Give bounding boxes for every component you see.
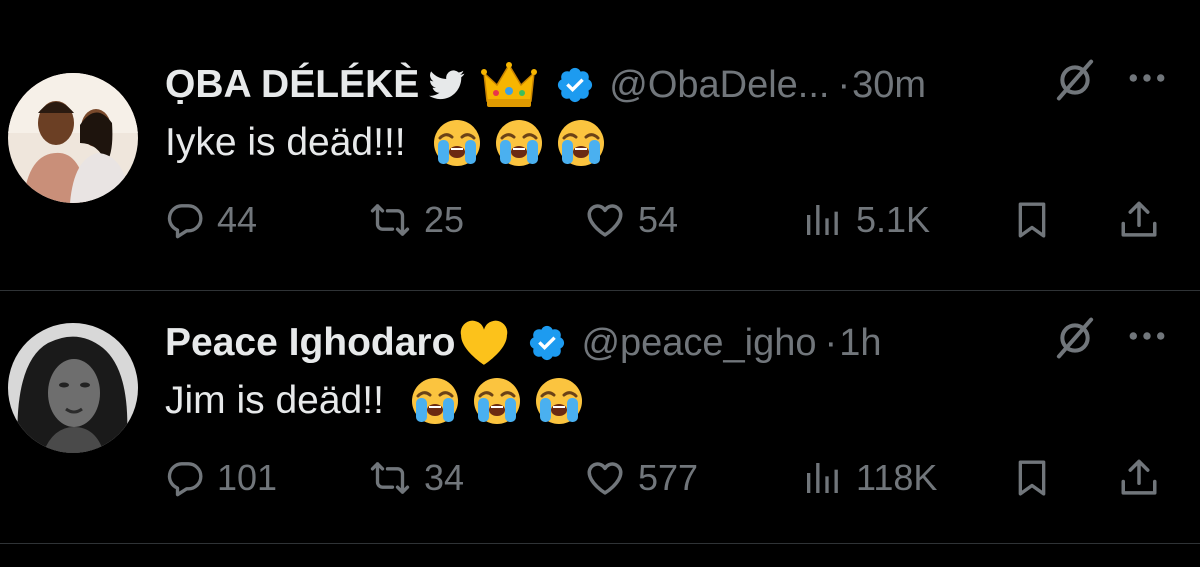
verified-badge-icon[interactable] [527,323,567,363]
share-icon [1118,199,1160,241]
verified-badge-icon[interactable] [555,65,595,105]
more-options-icon[interactable] [1128,329,1166,343]
reply-icon [165,200,205,240]
tweet-text: Iyke is deäd!!! [165,121,406,164]
tweet-divider [0,543,1200,544]
retweet-button[interactable]: 25 [368,190,464,250]
user-handle[interactable]: @peace_igho [581,322,816,365]
views-button[interactable]: 5.1K [800,190,930,250]
tweet-text: Jim is deäd!! [165,379,384,422]
separator-dot: · [824,321,838,364]
tweet-divider [0,290,1200,291]
display-name[interactable]: ỌBA DÉLÉKÈ [165,63,419,107]
reply-button[interactable]: 44 [165,190,257,250]
loudly-crying-face-emoji [472,376,522,426]
views-icon [800,458,844,498]
share-icon [1118,457,1160,499]
views-button[interactable]: 118K [800,448,937,508]
twitter-bird-icon [429,70,465,100]
reply-count: 44 [217,199,258,240]
views-icon [800,200,844,240]
crown-emoji-icon [481,61,538,109]
separator-dot: · [837,63,851,106]
retweet-count: 34 [424,457,465,498]
loudly-crying-face-emoji [410,376,460,426]
share-button[interactable] [1118,190,1160,250]
timestamp[interactable]: 1h [839,322,881,365]
more-options-icon[interactable] [1128,71,1166,85]
like-button[interactable]: 577 [584,448,698,508]
display-name[interactable]: Peace Ighodaro [165,321,455,365]
view-count: 118K [856,457,938,498]
action-bar: 101 34 577 118K [0,448,1200,508]
avatar[interactable] [8,73,138,203]
timestamp[interactable]: 30m [852,64,926,107]
tweet[interactable]: ỌBA DÉLÉKÈ @ObaDele... · 30m Iyke is deä… [0,55,1200,275]
reply-count: 101 [217,457,278,498]
grok-icon[interactable] [1052,57,1098,103]
heart-icon [584,199,626,241]
retweet-icon [368,458,412,498]
heart-icon [584,457,626,499]
bookmark-icon [1012,200,1052,240]
grok-icon[interactable] [1052,315,1098,361]
user-handle[interactable]: @ObaDele... [609,64,829,107]
retweet-icon [368,200,412,240]
action-bar: 44 25 54 5.1K [0,190,1200,250]
yellow-heart-emoji-icon [459,320,509,366]
retweet-count: 25 [424,199,465,240]
like-count: 577 [638,457,699,498]
tweet[interactable]: Peace Ighodaro @peace_igho · 1h Jim is d… [0,313,1200,533]
loudly-crying-face-emoji [432,118,482,168]
reply-icon [165,458,205,498]
avatar[interactable] [8,323,138,453]
reply-button[interactable]: 101 [165,448,277,508]
bookmark-button[interactable] [1012,448,1052,508]
bookmark-icon [1012,458,1052,498]
loudly-crying-face-emoji [494,118,544,168]
like-button[interactable]: 54 [584,190,678,250]
bookmark-button[interactable] [1012,190,1052,250]
view-count: 5.1K [856,199,931,240]
retweet-button[interactable]: 34 [368,448,464,508]
share-button[interactable] [1118,448,1160,508]
like-count: 54 [638,199,679,240]
loudly-crying-face-emoji [534,376,584,426]
loudly-crying-face-emoji [556,118,606,168]
